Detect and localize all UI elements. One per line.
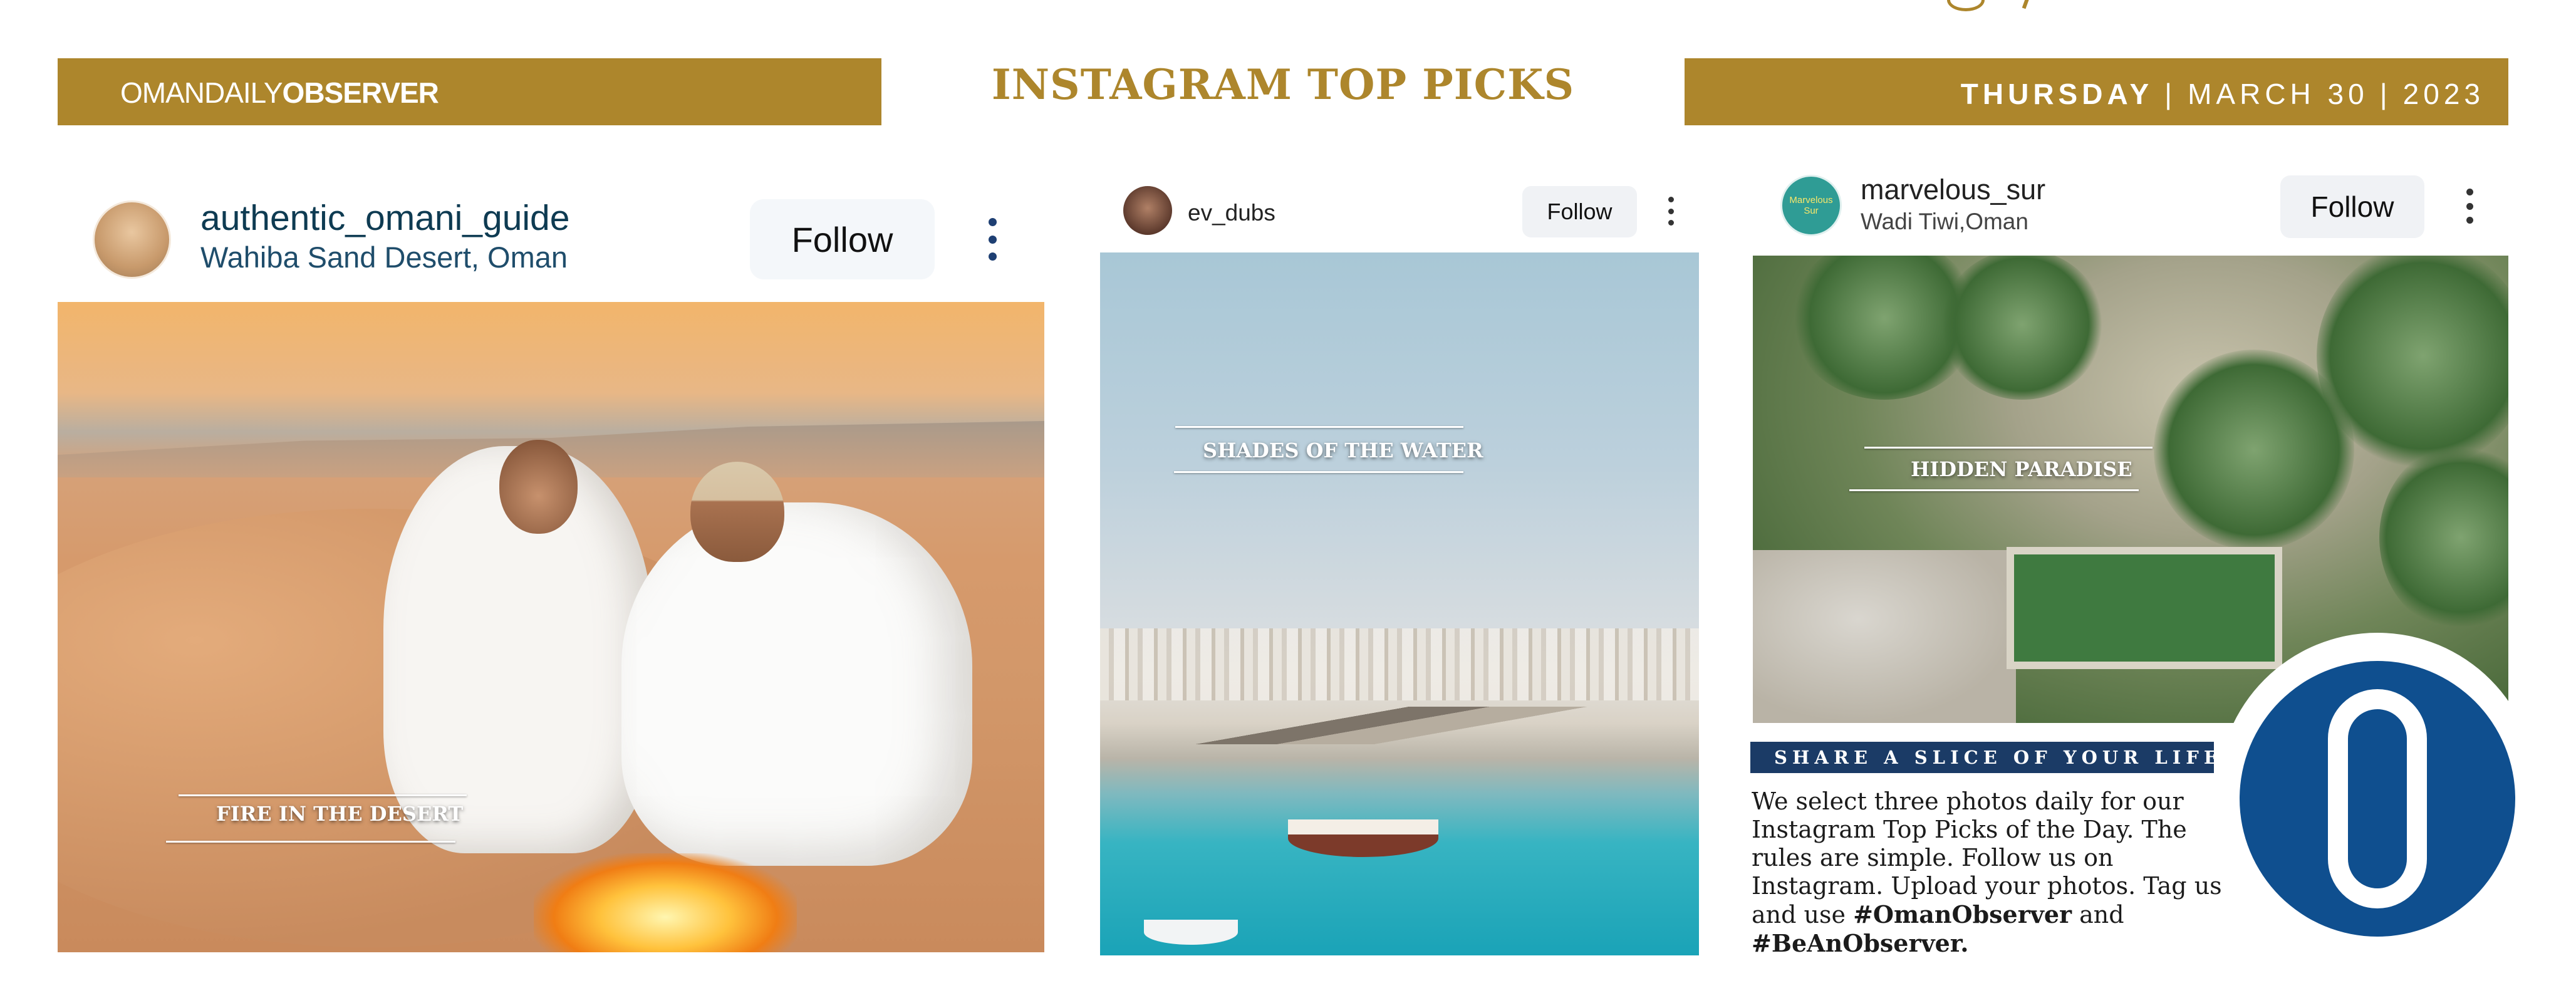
date-month-day: MARCH 30	[2188, 78, 2369, 110]
date-day: THURSDAY	[1960, 78, 2154, 110]
more-vertical-icon[interactable]	[2464, 189, 2475, 224]
decorative-mark	[1947, 0, 1985, 11]
hashtag-oman-observer: #OmanObserver	[1853, 900, 2072, 928]
date-bar: THURSDAY | MARCH 30 | 2023	[1685, 58, 2508, 125]
caption-rule	[1175, 426, 1463, 428]
post1-username[interactable]: authentic_omani_guide	[200, 197, 569, 239]
avatar-text: Marvelous Sur	[1789, 195, 1833, 216]
brand-bar: OMANDAILYOBSERVER	[58, 58, 881, 125]
post1-caption: FIRE IN THE DESERT	[216, 802, 464, 826]
post1-location[interactable]: Wahiba Sand Desert, Oman	[200, 240, 568, 274]
post1-avatar[interactable]	[93, 200, 171, 279]
post3-username[interactable]: marvelous_sur	[1861, 174, 2045, 206]
brand-logo: OMANDAILYOBSERVER	[120, 76, 439, 110]
more-vertical-icon[interactable]	[986, 218, 999, 261]
post3-avatar[interactable]: Marvelous Sur	[1780, 175, 1842, 236]
date-separator: |	[2164, 78, 2177, 110]
post1-follow-button[interactable]: Follow	[750, 199, 935, 279]
brand-light: OMANDAILY	[120, 76, 283, 109]
post3-location[interactable]: Wadi Tiwi,Oman	[1861, 209, 2028, 235]
post2-follow-button[interactable]: Follow	[1522, 186, 1637, 237]
caption-rule	[166, 841, 455, 843]
date-year: 2023	[2402, 78, 2485, 110]
caption-rule	[1849, 489, 2139, 491]
more-vertical-icon[interactable]	[1666, 197, 1675, 226]
caption-rule	[1864, 447, 2153, 449]
logo-letter-o	[2328, 689, 2427, 908]
dateline: THURSDAY | MARCH 30 | 2023	[1961, 77, 2485, 111]
post3-follow-button[interactable]: Follow	[2280, 175, 2424, 238]
share-heading: SHARE A SLICE OF YOUR LIFE	[1750, 742, 2218, 773]
brand-bold: OBSERVER	[282, 76, 439, 109]
share-and: and	[2072, 901, 2124, 928]
hashtag-be-an-observer: #BeAnObserver.	[1752, 929, 1969, 957]
caption-rule	[179, 794, 467, 796]
date-separator: |	[2379, 78, 2392, 110]
post1-photo	[58, 302, 1044, 952]
page-title: INSTAGRAM TOP PICKS	[991, 60, 1575, 109]
decorative-mark	[2022, 0, 2032, 9]
post3-caption: HIDDEN PARADISE	[1911, 457, 2132, 481]
post2-avatar[interactable]	[1123, 186, 1172, 235]
post2-username[interactable]: ev_dubs	[1188, 200, 1275, 226]
share-description: We select three photos daily for our Ins…	[1752, 787, 2234, 958]
caption-rule	[1174, 471, 1463, 473]
post2-caption: SHADES OF THE WATER	[1203, 439, 1483, 462]
post2-photo	[1100, 252, 1699, 955]
